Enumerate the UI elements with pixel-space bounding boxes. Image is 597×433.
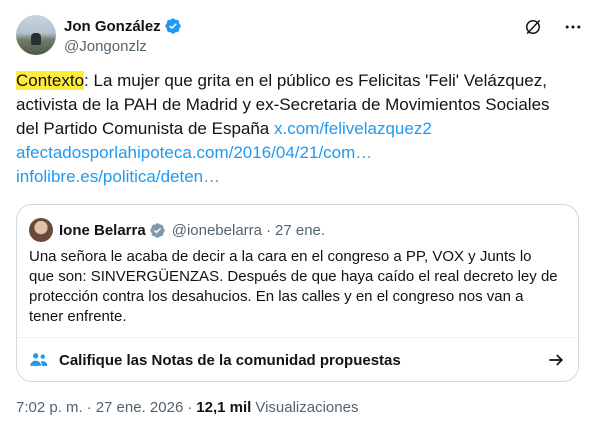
- author-handle[interactable]: @Jongonzlz: [64, 38, 182, 55]
- highlighted-word: Contexto: [16, 71, 85, 90]
- quoted-avatar: [29, 218, 53, 242]
- views-label: Visualizaciones: [255, 399, 359, 416]
- community-notes-row[interactable]: Califique las Notas de la comunidad prop…: [17, 337, 578, 382]
- verified-badge-icon: [164, 17, 182, 35]
- footer-separator-1: ·: [86, 399, 92, 416]
- quoted-date: 27 ene.: [275, 221, 326, 239]
- link-x[interactable]: x.com/felivelazquez2: [274, 119, 432, 138]
- tweet-footer: 7:02 p. m. · 27 ene. 2026 · 12,1 mil Vis…: [16, 399, 358, 416]
- quoted-name: Ione Belarra: [59, 221, 146, 239]
- more-options-icon[interactable]: [563, 17, 583, 37]
- tweet-text: Contexto: La mujer que grita en el públi…: [16, 69, 576, 189]
- link-afectados[interactable]: afectadosporlahipoteca.com/2016/04/21/co…: [16, 143, 372, 162]
- quoted-text: Una señora le acaba de decir a la cara e…: [29, 248, 558, 325]
- tweet-time[interactable]: 7:02 p. m.: [16, 399, 83, 416]
- quoted-handle: @ionebelarra: [171, 221, 262, 239]
- views-count: 12,1 mil: [196, 399, 252, 416]
- people-icon: [29, 350, 49, 370]
- quoted-tweet[interactable]: Ione Belarra @ionebelarra · 27 ene. Una …: [16, 204, 579, 382]
- grok-icon[interactable]: [523, 17, 543, 37]
- footer-separator-2: ·: [187, 399, 193, 416]
- quoted-separator: ·: [266, 221, 271, 239]
- quoted-verified-icon: [149, 222, 166, 239]
- author-name[interactable]: Jon González: [64, 18, 161, 35]
- link-infolibre[interactable]: infolibre.es/politica/deten…: [16, 167, 220, 186]
- arrow-right-icon[interactable]: [546, 350, 566, 370]
- author-avatar[interactable]: [16, 15, 56, 55]
- community-notes-label: Califique las Notas de la comunidad prop…: [59, 351, 401, 369]
- tweet-date[interactable]: 27 ene. 2026: [96, 399, 184, 416]
- author-block: Jon González @Jongonzlz: [64, 16, 182, 55]
